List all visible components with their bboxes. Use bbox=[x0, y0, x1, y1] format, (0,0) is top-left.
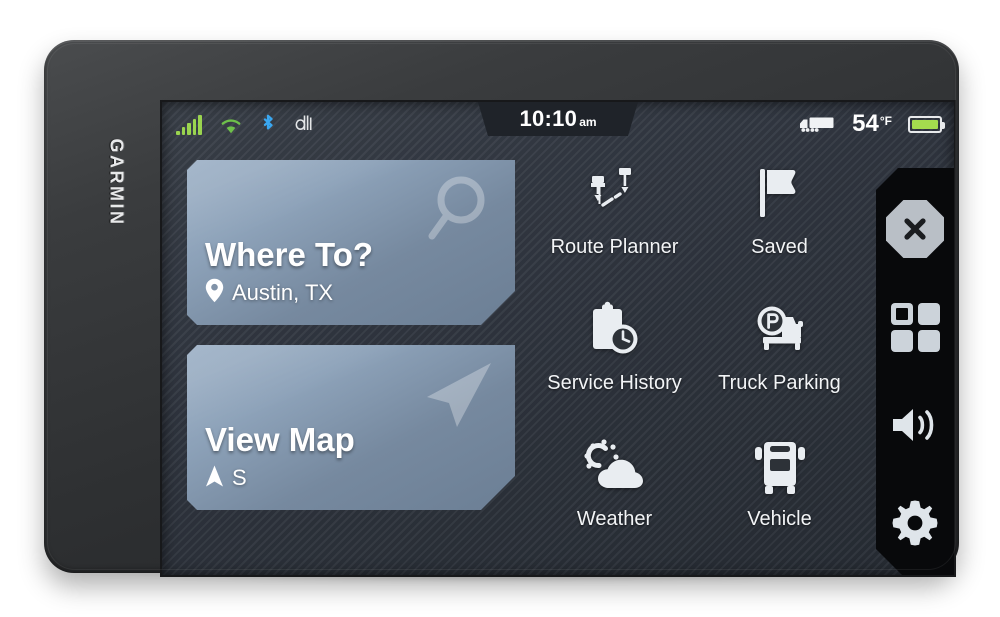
bluetooth-icon bbox=[260, 113, 276, 137]
dezl-app-icon bbox=[293, 111, 317, 139]
app-service-history[interactable]: Service History bbox=[532, 290, 697, 426]
app-vehicle[interactable]: Vehicle bbox=[697, 426, 862, 562]
garmin-brand-logo: GARMIN bbox=[101, 102, 131, 262]
app-label: Truck Parking bbox=[718, 372, 841, 394]
primary-tiles: Where To? Austin, TX View Map S bbox=[187, 160, 515, 510]
battery-fill-level bbox=[912, 119, 938, 129]
app-label: Saved bbox=[751, 236, 808, 258]
where-to-tile[interactable]: Where To? Austin, TX bbox=[187, 160, 515, 325]
apps-button[interactable] bbox=[876, 278, 954, 376]
app-weather[interactable]: Weather bbox=[532, 426, 697, 562]
battery-full-icon bbox=[908, 115, 945, 133]
clipboard-clock-icon bbox=[585, 296, 645, 368]
view-map-title: View Map bbox=[205, 421, 355, 458]
gear-icon bbox=[890, 498, 940, 548]
app-truck-parking[interactable]: Truck Parking bbox=[697, 290, 862, 426]
cellular-signal-icon bbox=[176, 115, 202, 135]
volume-button[interactable] bbox=[876, 376, 954, 474]
app-shortcut-grid: Route Planner Saved Service History Truc… bbox=[532, 154, 862, 562]
garmin-gps-device: GARMIN 10:10 am 54 °F Where To? Austin, … bbox=[44, 40, 959, 575]
close-x-octagon-icon bbox=[886, 200, 944, 258]
garmin-brand-text: GARMIN bbox=[106, 138, 127, 226]
speaker-volume-icon bbox=[889, 402, 941, 448]
magnifier-icon bbox=[419, 172, 497, 250]
clock-time: 10:10 bbox=[519, 106, 578, 131]
temperature-value: 54 bbox=[852, 110, 879, 137]
app-label: Weather bbox=[576, 508, 653, 530]
right-sidebar bbox=[876, 168, 954, 575]
truck-profile-icon bbox=[798, 113, 836, 135]
view-map-subtitle: S bbox=[232, 465, 247, 490]
app-label: Service History bbox=[547, 372, 682, 394]
grid-apps-icon bbox=[891, 303, 940, 352]
temperature-readout: 54 °F bbox=[852, 112, 892, 136]
temperature-unit: °F bbox=[879, 114, 892, 128]
truck-front-icon bbox=[752, 432, 808, 504]
clock-ampm: am bbox=[579, 115, 597, 129]
app-route-planner[interactable]: Route Planner bbox=[532, 154, 697, 290]
view-map-tile[interactable]: View Map S bbox=[187, 345, 515, 510]
settings-button[interactable] bbox=[876, 474, 954, 572]
app-label: Vehicle bbox=[747, 508, 812, 530]
route-planner-icon bbox=[584, 160, 646, 232]
where-to-subtitle: Austin, TX bbox=[232, 279, 334, 305]
device-screen: 10:10 am 54 °F Where To? Austin, TX View… bbox=[162, 102, 954, 575]
app-label: Route Planner bbox=[550, 236, 679, 258]
wifi-icon bbox=[219, 116, 243, 135]
status-bar: 10:10 am 54 °F bbox=[162, 102, 954, 148]
truck-parking-icon bbox=[749, 296, 811, 368]
navigation-arrow-icon bbox=[413, 357, 497, 441]
status-bar-left-group bbox=[176, 111, 317, 139]
sun-cloud-icon bbox=[583, 432, 647, 504]
location-pin-icon bbox=[205, 278, 224, 307]
app-saved[interactable]: Saved bbox=[697, 154, 862, 290]
view-map-subtitle-row: S bbox=[205, 464, 247, 492]
where-to-title: Where To? bbox=[205, 236, 374, 273]
close-button[interactable] bbox=[876, 180, 954, 278]
where-to-subtitle-row: Austin, TX bbox=[205, 278, 333, 307]
screenshot-stage: GARMIN 10:10 am 54 °F Where To? Austin, … bbox=[0, 0, 1000, 617]
status-bar-right-group: 54 °F bbox=[798, 110, 945, 138]
clock-display: 10:10 am bbox=[478, 102, 638, 136]
heading-arrow-icon bbox=[205, 464, 224, 492]
flag-icon bbox=[751, 160, 809, 232]
